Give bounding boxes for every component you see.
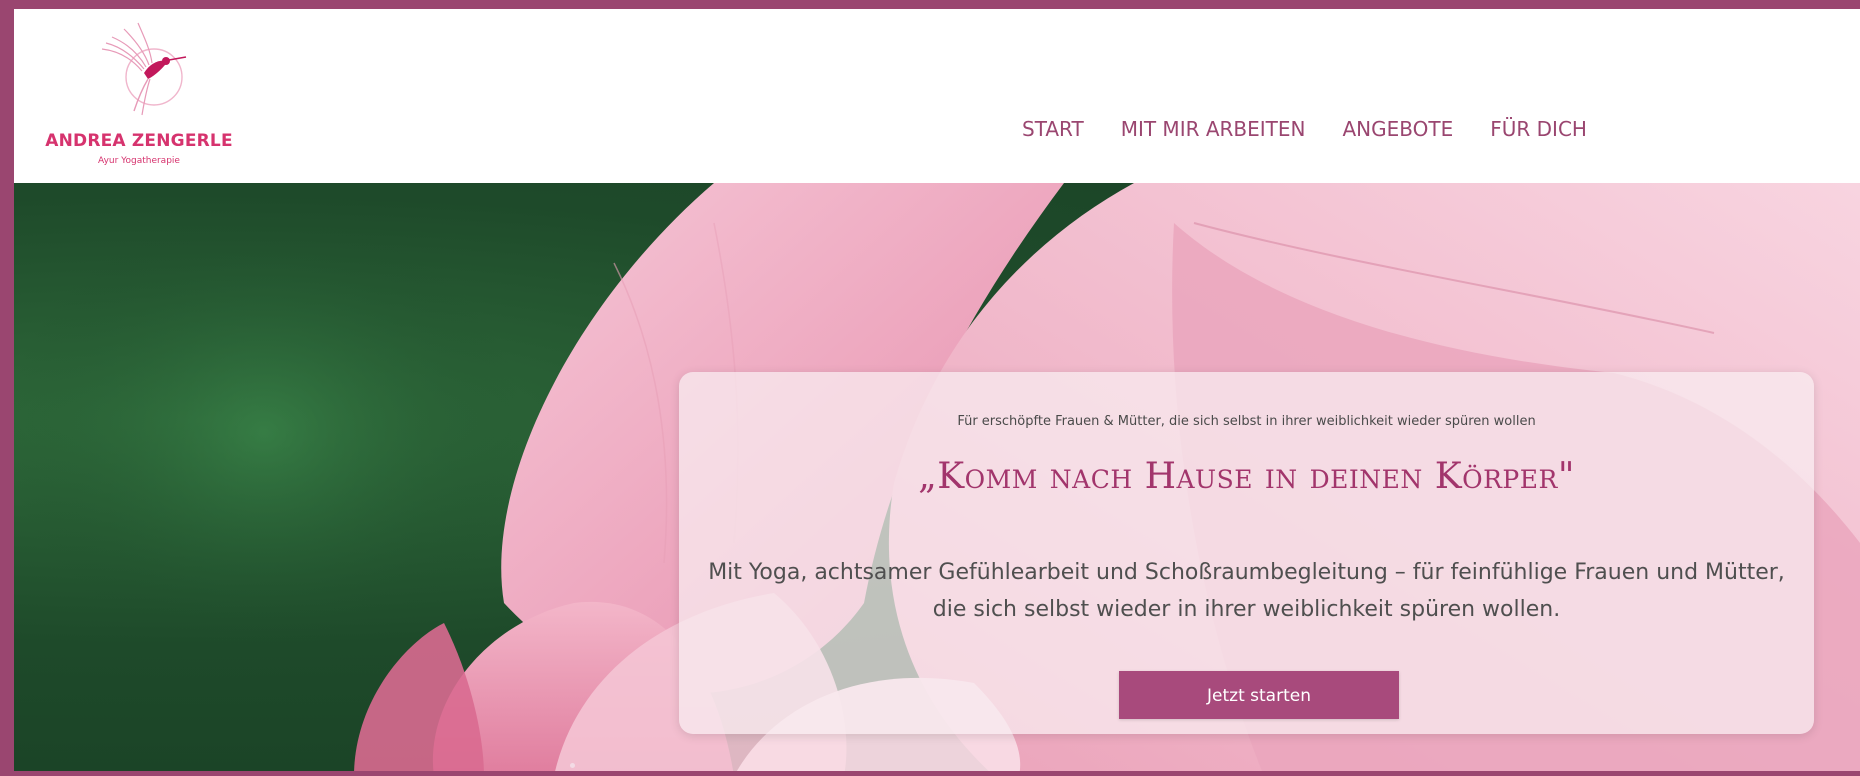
brand-name: ANDREA ZENGERLE — [45, 131, 233, 151]
site-header: ANDREA ZENGERLE Ayur Yogatherapie START … — [14, 9, 1860, 183]
jetzt-starten-button[interactable]: Jetzt starten — [1119, 671, 1399, 719]
hummingbird-icon — [101, 22, 187, 116]
brand-tagline: Ayur Yogatherapie — [98, 156, 180, 166]
hero-body: Mit Yoga, achtsamer Gefühlearbeit und Sc… — [708, 560, 1785, 622]
page-frame: ANDREA ZENGERLE Ayur Yogatherapie START … — [0, 0, 1860, 776]
nav-item-mit-mir-arbeiten[interactable]: MIT MIR ARBEITEN — [1121, 117, 1306, 141]
hero-section: Für erschöpfte Frauen & Mütter, die sich… — [14, 183, 1860, 771]
hero-title: „Komm nach Hause in deinen Körper" — [918, 456, 1575, 497]
nav-item-angebote[interactable]: ANGEBOTE — [1343, 117, 1454, 141]
main-nav: START MIT MIR ARBEITEN ANGEBOTE FÜR DICH — [1022, 117, 1624, 141]
slider-dot[interactable] — [570, 763, 575, 768]
hero-kicker: Für erschöpfte Frauen & Mütter, die sich… — [957, 414, 1536, 429]
hero-card: Für erschöpfte Frauen & Mütter, die sich… — [679, 372, 1814, 734]
nav-item-fuer-dich[interactable]: FÜR DICH — [1490, 117, 1587, 141]
site-logo[interactable]: ANDREA ZENGERLE Ayur Yogatherapie — [44, 19, 234, 174]
nav-item-start[interactable]: START — [1022, 117, 1084, 141]
